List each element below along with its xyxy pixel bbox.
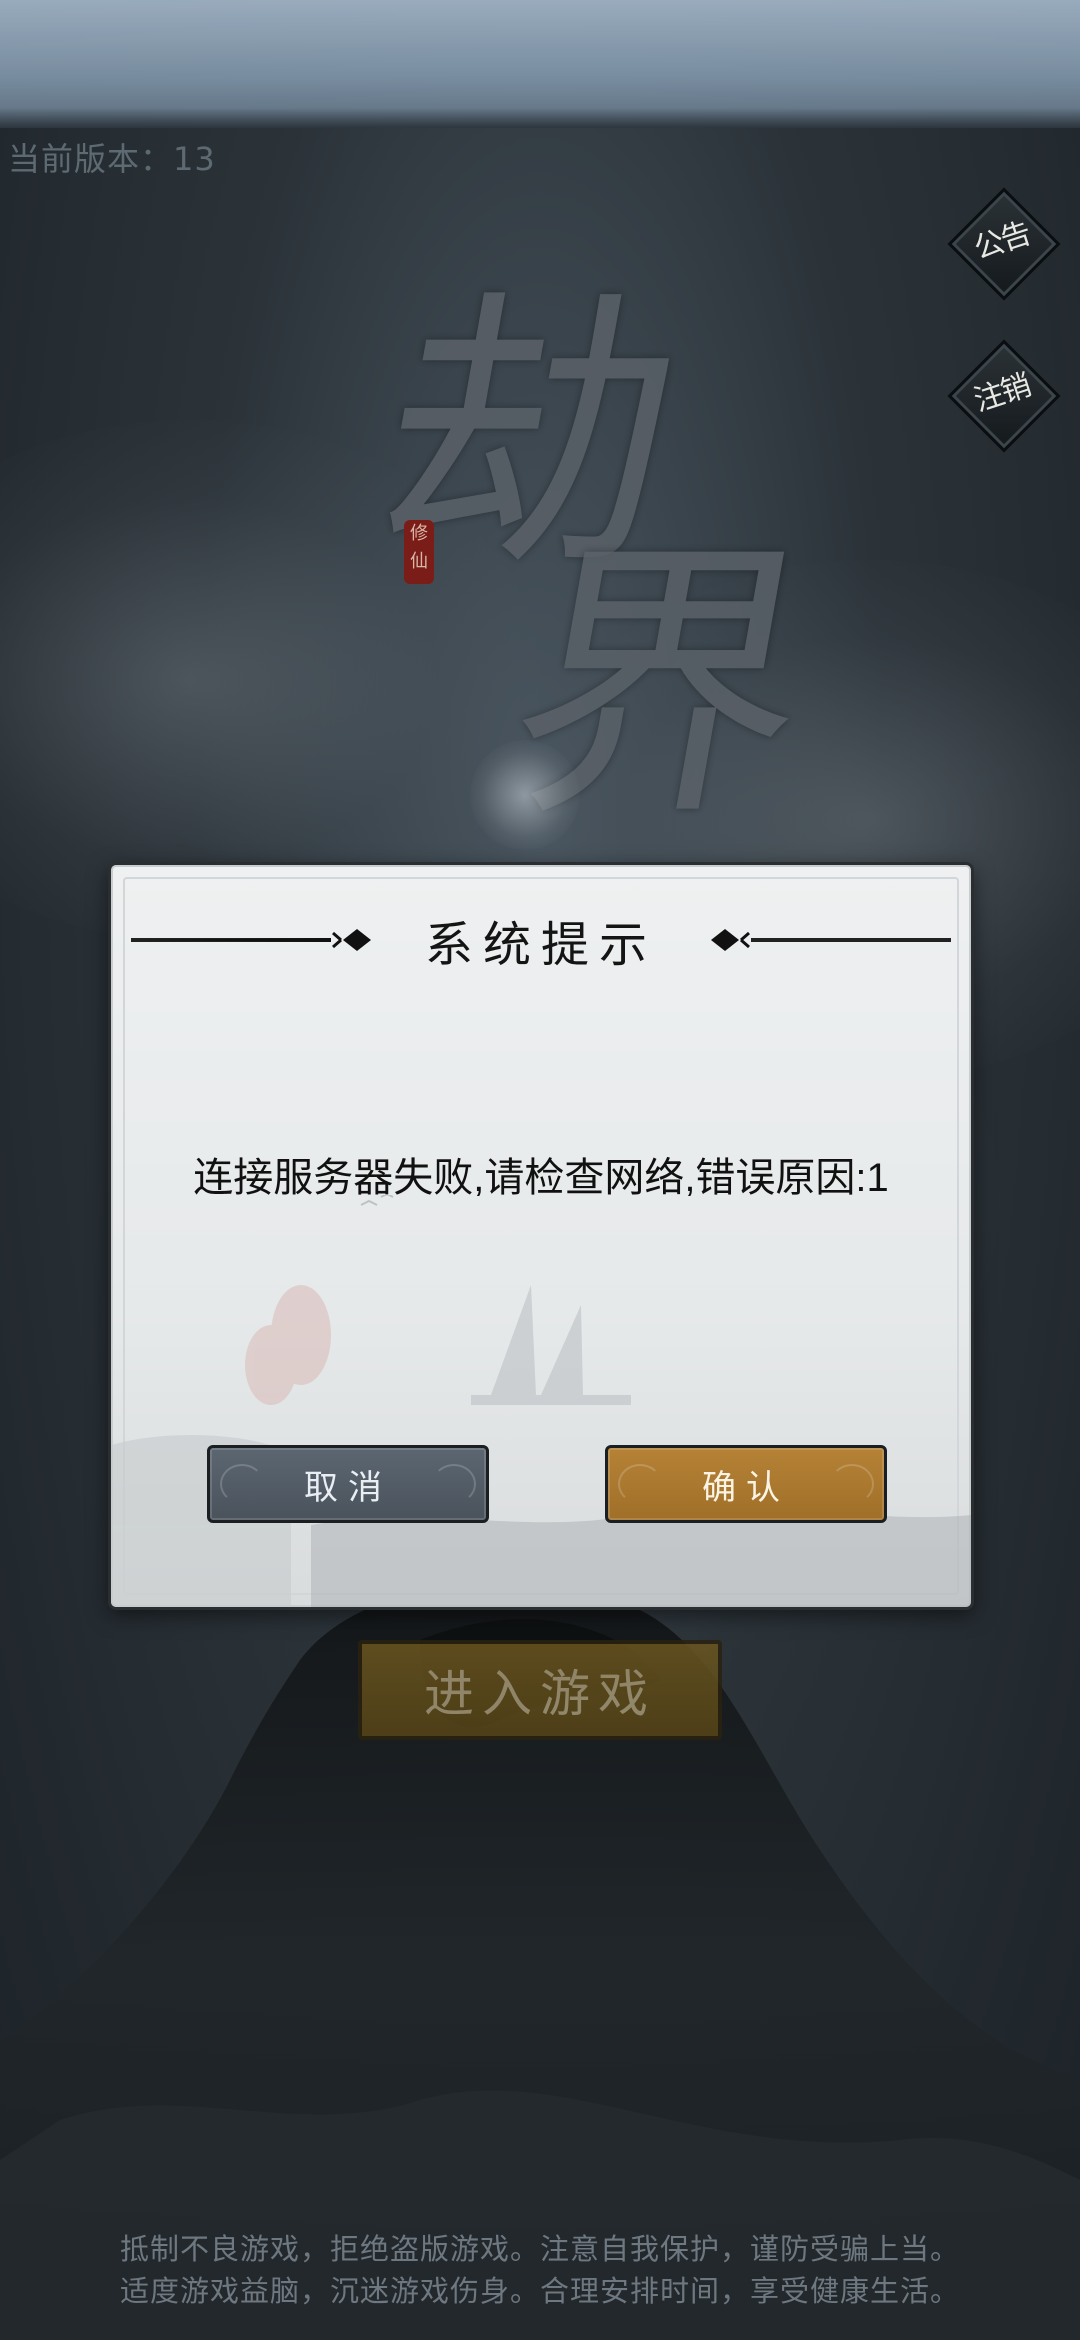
health-notice-footer: 抵制不良游戏，拒绝盗版游戏。注意自我保护，谨防受骗上当。 适度游戏益脑，沉迷游戏… [0,2228,1080,2312]
health-notice-line: 抵制不良游戏，拒绝盗版游戏。注意自我保护，谨防受骗上当。 [119,2232,960,2266]
system-prompt-dialog: 系统提示 连接服务器失败,请检查网络,错误原因:1 取消 确认 [108,862,974,1610]
cancel-button[interactable]: 取消 [207,1445,489,1523]
notice-button-label: 公告 [969,216,1034,267]
swirl-decoration-icon [432,1464,476,1504]
red-seal-stamp: 修仙 [404,520,434,584]
confirm-button[interactable]: 确认 [605,1445,887,1523]
dialog-header: 系统提示 [111,905,971,975]
dialog-title: 系统提示 [424,917,657,973]
cancel-button-label: 取消 [304,1467,392,1508]
logout-button-label: 注销 [969,368,1034,419]
ornament-left-icon [131,929,371,951]
swirl-decoration-icon [618,1464,662,1504]
swirl-decoration-icon [220,1464,264,1504]
sky-background [0,0,1080,128]
confirm-button-label: 确认 [702,1467,790,1508]
moon-glow [470,740,580,850]
boat-painting-decoration [111,1195,971,1607]
ornament-right-icon [711,929,951,951]
game-login-screen: 当前版本：13 公告 注销 劫 界 修仙 进入游戏 系统提示 连接服务器失败,请… [0,0,1080,2340]
enter-game-button[interactable]: 进入游戏 [358,1640,722,1740]
notice-button[interactable]: 公告 [947,187,1061,301]
dialog-message: 连接服务器失败,请检查网络,错误原因:1 [193,1156,889,1200]
swirl-decoration-icon [830,1464,874,1504]
logout-button[interactable]: 注销 [947,339,1061,453]
version-label: 当前版本：13 [8,140,216,178]
health-notice-line: 适度游戏益脑，沉迷游戏伤身。合理安排时间，享受健康生活。 [119,2274,960,2308]
